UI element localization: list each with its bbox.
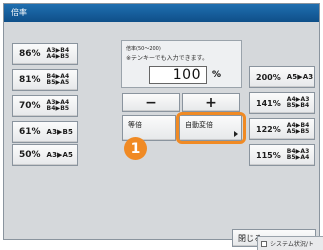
preset-percent: 70% [19,101,41,111]
preset-size-pair: B5▶A4 [286,154,310,161]
preset-86-button[interactable]: 86% A3▶B4 A4▶B5 [12,43,78,65]
preset-size-pair: A4▶B5 [46,53,70,60]
preset-size-pair: B5▶A5 [46,79,70,86]
panel-title: 倍率 [4,4,319,22]
preset-122-button[interactable]: 122% A4▶B4 A5▶B5 [249,118,315,140]
zoom-range-label: 倍率(50〜200) [126,46,161,52]
zoom-unit: % [212,70,222,80]
zoom-value-field[interactable]: 100 [149,66,207,84]
preset-141-button[interactable]: 141% A4▶A3 B5▶B4 [249,92,315,114]
preset-sizes: A3▶A5 [46,150,74,159]
system-status-icon [261,241,267,247]
system-status-text: システム状況/ト [270,241,314,248]
preset-70-button[interactable]: 70% A3▶A4 B4▶B5 [12,95,78,117]
preset-200-button[interactable]: 200% A5▶A3 [249,66,315,88]
preset-size-pair: B4▶B5 [46,105,70,112]
preset-percent: 50% [19,150,41,160]
preset-81-button[interactable]: 81% B4▶A4 B5▶A5 [12,69,78,91]
preset-sizes: A5▶A3 [286,72,314,81]
decrease-button[interactable]: − [122,93,180,112]
preset-percent: 61% [19,127,41,137]
preset-size-pair: B5▶B4 [286,102,310,109]
preset-percent: 141% [256,98,281,108]
zoom-hint-text: ※テンキーでも入力できます。 [126,55,209,62]
preset-percent: 115% [256,150,281,160]
increase-button[interactable]: + [182,93,240,112]
preset-sizes: A4▶A3 B5▶B4 [287,97,310,109]
zoom-entry-box: 倍率(50〜200) ※テンキーでも入力できます。 100 % [121,40,242,88]
preset-50-button[interactable]: 50% A3▶A5 [12,144,78,166]
preset-percent: 122% [256,124,281,134]
screen: 倍率 86% A3▶B4 A4▶B5 81% B4▶A4 B5▶A5 70% A… [0,0,323,250]
preset-sizes: A4▶B4 A5▶B5 [287,123,310,135]
preset-percent: 200% [256,72,281,82]
preset-size-pair: A5▶A3 [286,72,314,81]
preset-sizes: A3▶B4 A4▶B5 [47,48,70,60]
preset-115-button[interactable]: 115% B4▶A3 B5▶A4 [249,144,315,166]
preset-size-pair: A3▶B5 [46,127,73,136]
preset-size-pair: A3▶A5 [46,150,74,159]
preset-61-button[interactable]: 61% A3▶B5 [12,121,78,143]
highlight-frame [176,112,246,144]
minus-icon: − [145,94,157,111]
preset-sizes: A3▶B5 [46,127,73,136]
preset-size-pair: A5▶B5 [286,128,310,135]
magnification-panel: 倍率 86% A3▶B4 A4▶B5 81% B4▶A4 B5▶A5 70% A… [3,3,320,240]
preset-sizes: A3▶A4 B4▶B5 [47,100,70,112]
preset-percent: 81% [19,75,41,85]
callout-number-badge: 1 [124,137,147,160]
preset-sizes: B4▶A4 B5▶A5 [47,74,70,86]
system-status-bar[interactable]: システム状況/ト [257,236,323,250]
plus-icon: + [205,94,217,111]
same-size-label: 等倍 [128,121,142,129]
preset-sizes: B4▶A3 B5▶A4 [287,149,310,161]
preset-percent: 86% [19,49,41,59]
